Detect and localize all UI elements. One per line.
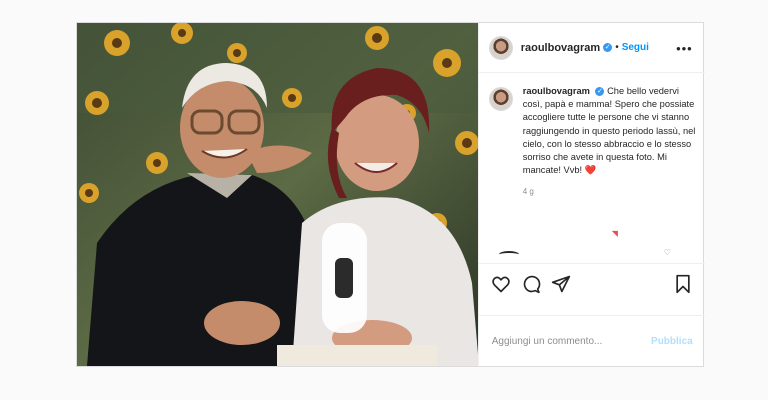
caption-verified-badge-icon: ✓ xyxy=(595,87,605,97)
caption-username[interactable]: raoulbovagram xyxy=(523,86,590,96)
username-link[interactable]: raoulbovagram xyxy=(521,42,600,54)
ellipsis-icon[interactable]: ••• xyxy=(676,41,693,56)
action-bar xyxy=(478,263,705,315)
red-heart-icon: ◥ xyxy=(611,229,618,238)
caption-block: raoulbovagram ✓ Che bello vedervi così, … xyxy=(488,85,697,199)
caption-text-container: raoulbovagram ✓ Che bello vedervi così, … xyxy=(523,85,697,199)
instagram-post-page: raoulbovagram ✓ • Segui ••• raoulbovagra… xyxy=(0,0,768,400)
red-heart-emoji: ❤️ xyxy=(584,165,597,176)
post-age[interactable]: 4 g xyxy=(523,185,697,198)
comment-partial xyxy=(498,251,519,258)
paper-plane-icon[interactable] xyxy=(551,274,571,294)
verified-badge-icon: ✓ xyxy=(603,43,613,52)
comment-input[interactable]: Aggiungi un commento... xyxy=(492,336,603,347)
heart-outline-icon[interactable] xyxy=(491,274,511,294)
comment-like-icon[interactable]: ♡ xyxy=(664,248,671,257)
avatar[interactable] xyxy=(488,35,513,60)
comment-bubble-icon[interactable] xyxy=(521,274,541,294)
post-photo[interactable] xyxy=(77,23,478,366)
photo-image xyxy=(77,23,478,366)
post-sidebar: raoulbovagram ✓ • Segui ••• raoulbovagra… xyxy=(477,23,705,366)
post-card: raoulbovagram ✓ • Segui ••• raoulbovagra… xyxy=(76,22,705,367)
follow-button[interactable]: Segui xyxy=(622,42,649,53)
bookmark-icon[interactable] xyxy=(673,274,693,294)
publish-button[interactable]: Pubblica xyxy=(651,336,693,347)
caption-text: Che bello vedervi così, papà e mamma! Sp… xyxy=(522,86,696,176)
add-comment-bar: Aggiungi un commento... Pubblica xyxy=(478,315,705,366)
caption-avatar[interactable] xyxy=(488,87,513,111)
post-header: raoulbovagram ✓ • Segui ••• xyxy=(478,23,705,73)
separator-dot: • xyxy=(615,42,619,53)
